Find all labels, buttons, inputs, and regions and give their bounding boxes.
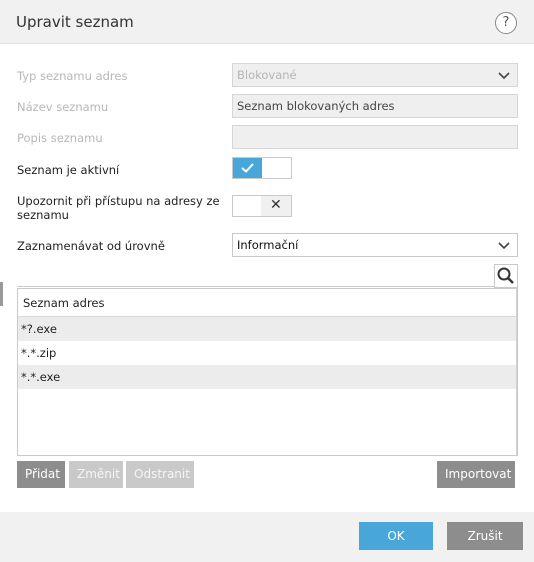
log-level-value: Informační <box>237 238 299 252</box>
list-name-field[interactable]: Seznam blokovaných adres <box>232 94 518 118</box>
table-row[interactable]: *?.exe <box>18 317 517 341</box>
table-row[interactable]: *.*.exe <box>18 365 517 389</box>
address-list-table[interactable]: Seznam adres *?.exe *.*.zip *.*.exe <box>17 288 518 456</box>
log-level-label: Zaznamenávat od úrovně <box>17 239 165 253</box>
list-active-toggle[interactable] <box>232 157 292 179</box>
notify-toggle[interactable]: ✕ <box>232 195 292 217</box>
list-active-label: Seznam je aktivní <box>17 163 120 177</box>
dialog-title: Upravit seznam <box>16 13 134 31</box>
add-button[interactable]: Přidat <box>17 461 65 488</box>
list-name-label: Název seznamu <box>17 100 109 114</box>
table-scrollbar <box>516 289 517 455</box>
chevron-down-icon <box>498 242 510 250</box>
search-button[interactable] <box>494 264 518 288</box>
list-type-label: Typ seznamu adres <box>17 69 128 83</box>
list-name-value: Seznam blokovaných adres <box>237 99 395 113</box>
notify-label: Upozornit při přístupu na adresy ze sezn… <box>17 194 220 222</box>
notify-label-line2: seznamu <box>17 208 69 222</box>
import-button[interactable]: Importovat <box>437 461 515 488</box>
list-description-label: Popis seznamu <box>17 131 103 145</box>
chevron-down-icon <box>498 72 510 80</box>
remove-button[interactable]: Odstranit <box>126 461 194 488</box>
list-type-select: Blokované <box>232 63 518 87</box>
close-icon: ✕ <box>270 197 282 213</box>
search-icon <box>497 267 514 284</box>
question-mark-icon[interactable]: ? <box>495 12 517 34</box>
left-edge-marker <box>0 282 3 306</box>
search-input[interactable] <box>17 286 494 287</box>
log-level-select[interactable]: Informační <box>232 233 518 257</box>
table-header[interactable]: Seznam adres <box>18 289 517 317</box>
edit-button[interactable]: Změnit <box>69 461 123 488</box>
cancel-button[interactable]: Zrušit <box>447 522 523 550</box>
table-row[interactable]: *.*.zip <box>18 341 517 365</box>
list-description-field[interactable] <box>232 125 518 149</box>
notify-label-line1: Upozornit při přístupu na adresy ze <box>17 194 220 208</box>
checkmark-icon <box>241 163 254 173</box>
ok-button[interactable]: OK <box>359 522 433 550</box>
list-type-value: Blokované <box>237 68 297 82</box>
dialog-titlebar: Upravit seznam ? <box>0 0 534 44</box>
